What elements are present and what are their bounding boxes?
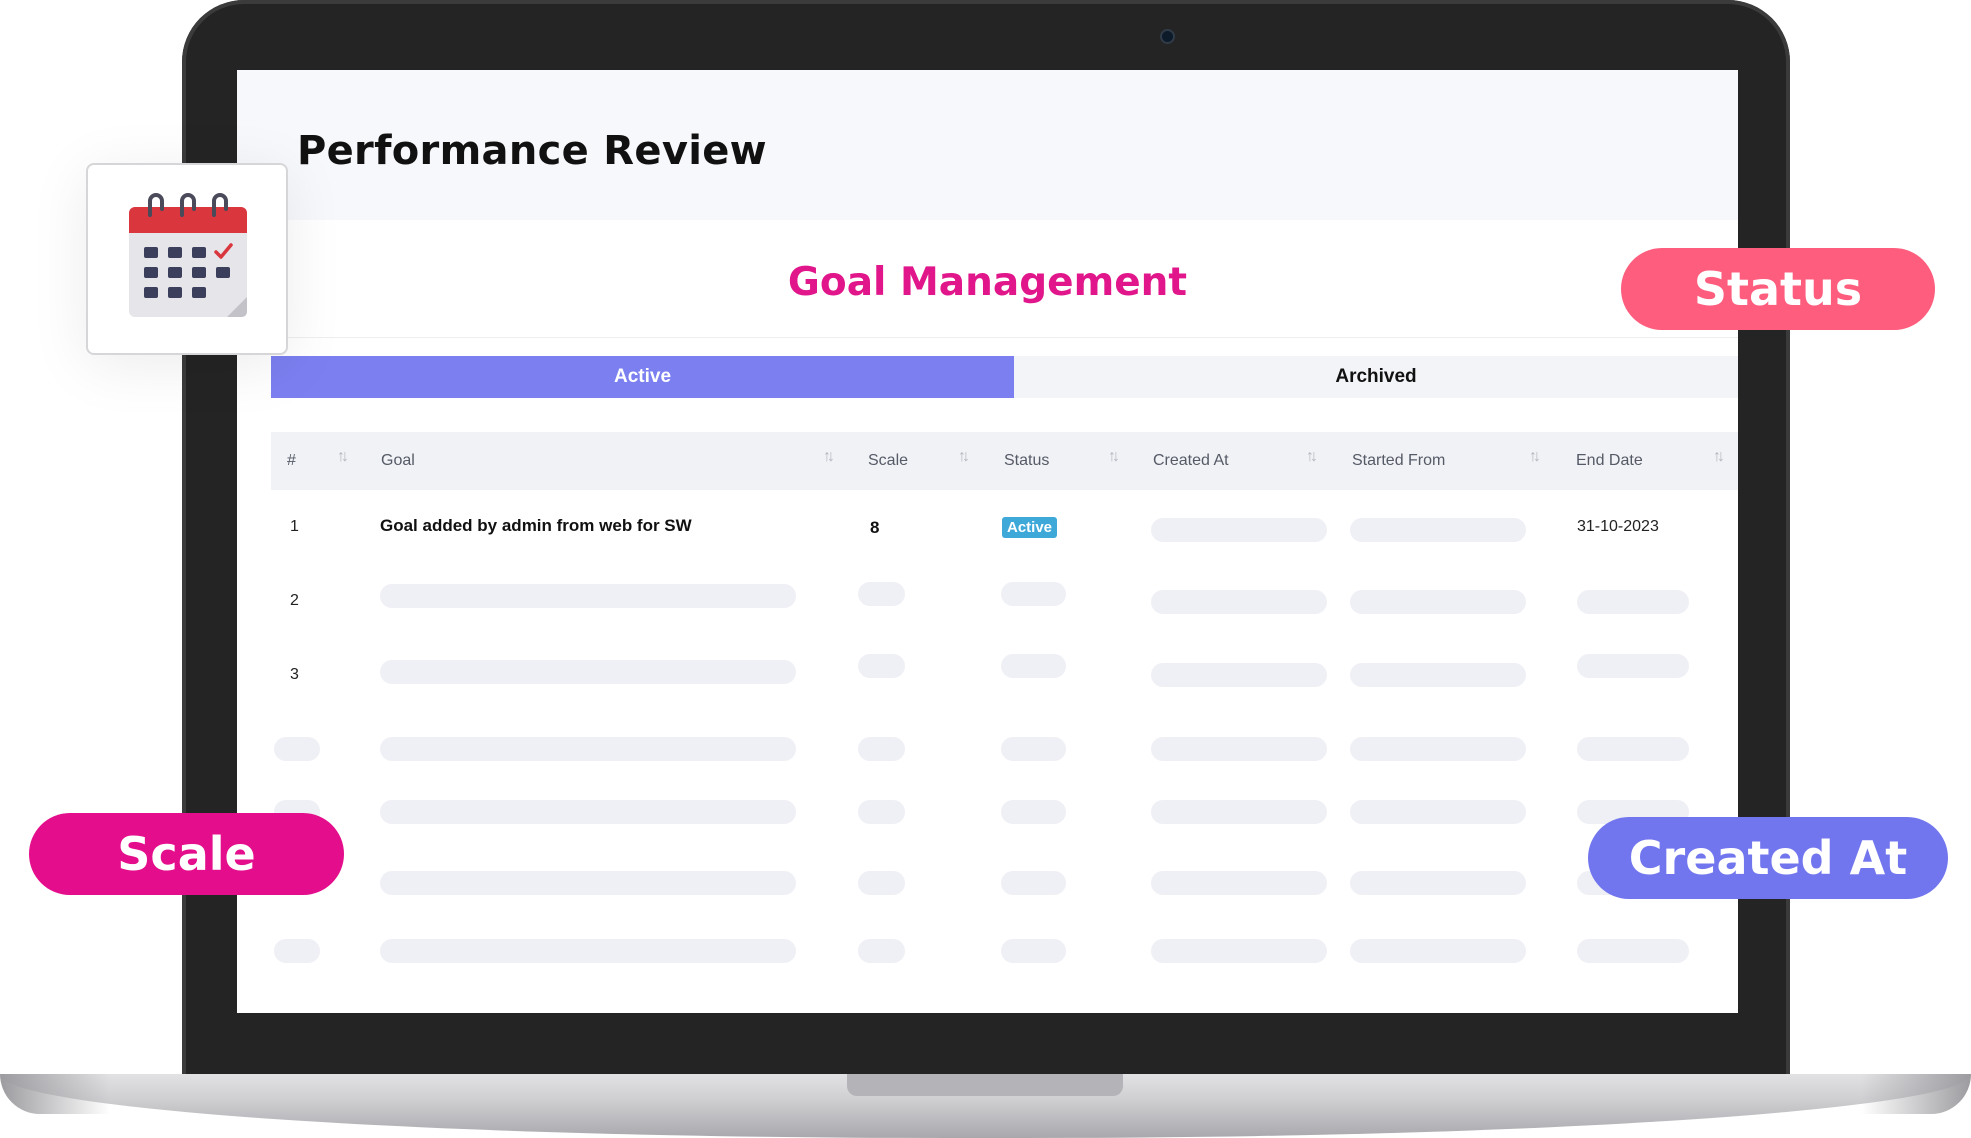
sort-icon[interactable]: ↑↓ bbox=[1108, 448, 1120, 466]
skeleton-started-from bbox=[1350, 663, 1526, 687]
skeleton-created-at bbox=[1151, 871, 1327, 895]
row-index: 1 bbox=[290, 518, 299, 535]
column-header-started-from[interactable]: Started From bbox=[1352, 432, 1445, 490]
row-index: 2 bbox=[290, 592, 299, 609]
calendar-card bbox=[86, 163, 288, 355]
skeleton-started-from bbox=[1350, 939, 1526, 963]
tab-active[interactable]: Active bbox=[271, 356, 1014, 398]
created-at-callout: Created At bbox=[1588, 817, 1948, 899]
tab-bar: Active Archived bbox=[271, 356, 1738, 398]
skeleton-created-at bbox=[1151, 663, 1327, 687]
column-header-status[interactable]: Status bbox=[1004, 432, 1049, 490]
skeleton-goal bbox=[380, 939, 796, 963]
skeleton-started-from bbox=[1350, 590, 1526, 614]
end-date: 31-10-2023 bbox=[1577, 518, 1659, 535]
laptop-base-shade-left bbox=[0, 1074, 110, 1114]
skeleton-goal bbox=[380, 584, 796, 608]
sort-icon[interactable]: ↑↓ bbox=[1713, 448, 1725, 466]
status-badge: Active bbox=[1002, 517, 1058, 538]
row-index: 3 bbox=[290, 666, 299, 683]
camera-dot bbox=[1162, 31, 1173, 42]
skeleton-started-from bbox=[1350, 871, 1526, 895]
column-header-index[interactable]: # bbox=[287, 432, 296, 490]
skeleton-created-at bbox=[1151, 939, 1327, 963]
scale-callout: Scale bbox=[29, 813, 344, 895]
skeleton-status bbox=[1001, 582, 1066, 606]
skeleton-scale bbox=[858, 737, 905, 761]
table-header: # ↑↓ Goal ↑↓ Scale ↑↓ Status ↑↓ Created … bbox=[271, 432, 1738, 490]
skeleton-started-from bbox=[1350, 737, 1526, 761]
column-header-created-at[interactable]: Created At bbox=[1153, 432, 1229, 490]
skeleton-end-date bbox=[1577, 654, 1689, 678]
page-title: Performance Review bbox=[297, 128, 767, 174]
skeleton-created-at bbox=[1151, 590, 1327, 614]
skeleton-end-date bbox=[1577, 737, 1689, 761]
goal-title: Goal added by admin from web for SW bbox=[380, 516, 692, 535]
skeleton-started-from bbox=[1350, 518, 1526, 542]
skeleton-started-from bbox=[1350, 800, 1526, 824]
skeleton-scale bbox=[858, 654, 905, 678]
tab-archived[interactable]: Archived bbox=[1014, 356, 1738, 398]
skeleton-goal bbox=[380, 660, 796, 684]
skeleton-end-date bbox=[1577, 939, 1689, 963]
skeleton-status bbox=[1001, 871, 1066, 895]
column-header-end-date[interactable]: End Date bbox=[1576, 432, 1643, 490]
skeleton-scale bbox=[858, 582, 905, 606]
column-header-scale[interactable]: Scale bbox=[868, 432, 908, 490]
sort-icon[interactable]: ↑↓ bbox=[337, 448, 349, 466]
skeleton-scale bbox=[858, 939, 905, 963]
promo-stage: Performance Review Goal Management Activ… bbox=[0, 0, 1971, 1138]
sort-icon[interactable]: ↑↓ bbox=[1529, 448, 1541, 466]
skeleton-created-at bbox=[1151, 518, 1327, 542]
sort-icon[interactable]: ↑↓ bbox=[823, 448, 835, 466]
skeleton-status bbox=[1001, 737, 1066, 761]
skeleton-scale bbox=[858, 871, 905, 895]
goal-scale: 8 bbox=[870, 518, 880, 537]
app-screen: Performance Review Goal Management Activ… bbox=[237, 70, 1738, 1013]
laptop-base-shade-right bbox=[1861, 1074, 1971, 1114]
divider bbox=[271, 337, 1738, 338]
laptop-notch bbox=[847, 1074, 1123, 1096]
skeleton-goal bbox=[380, 737, 796, 761]
skeleton-index bbox=[274, 737, 320, 761]
skeleton-goal bbox=[380, 871, 796, 895]
skeleton-index bbox=[274, 939, 320, 963]
skeleton-scale bbox=[858, 800, 905, 824]
status-callout: Status bbox=[1621, 248, 1935, 330]
column-header-goal[interactable]: Goal bbox=[381, 432, 415, 490]
skeleton-end-date bbox=[1577, 590, 1689, 614]
section-title: Goal Management bbox=[787, 260, 1188, 305]
skeleton-goal bbox=[380, 800, 796, 824]
sort-icon[interactable]: ↑↓ bbox=[958, 448, 970, 466]
calendar-icon bbox=[129, 193, 247, 317]
sort-icon[interactable]: ↑↓ bbox=[1306, 448, 1318, 466]
skeleton-status bbox=[1001, 654, 1066, 678]
skeleton-status bbox=[1001, 939, 1066, 963]
skeleton-created-at bbox=[1151, 737, 1327, 761]
skeleton-created-at bbox=[1151, 800, 1327, 824]
skeleton-status bbox=[1001, 800, 1066, 824]
